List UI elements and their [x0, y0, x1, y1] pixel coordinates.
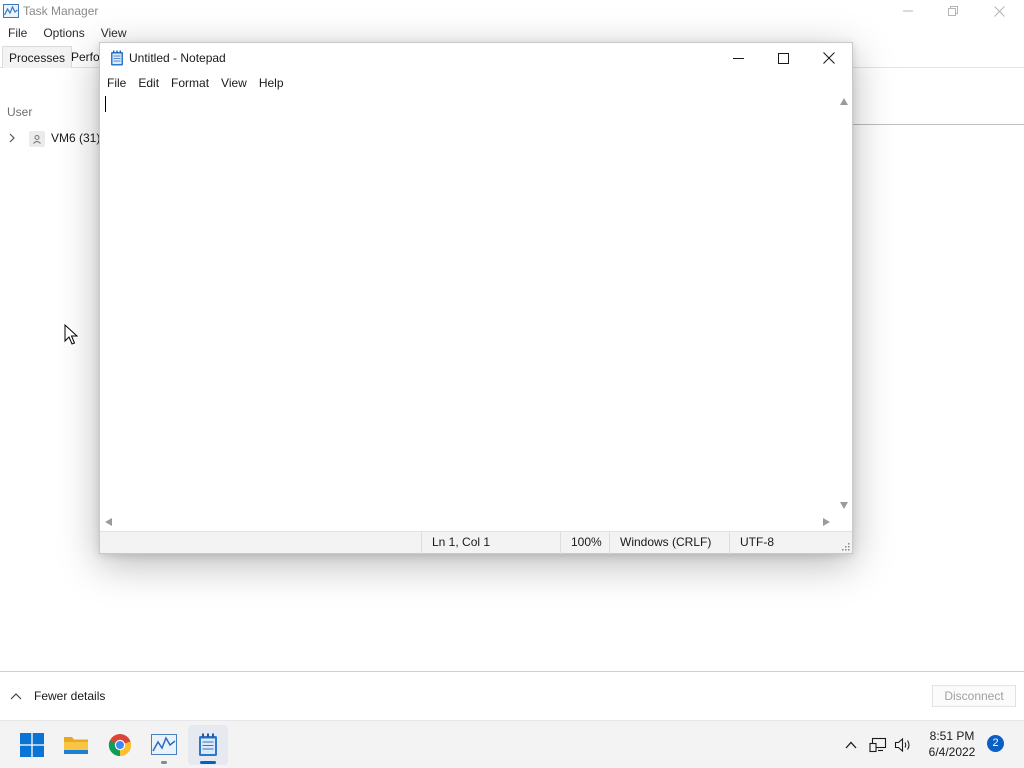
network-icon: [869, 737, 887, 753]
chevron-right-icon[interactable]: [8, 133, 16, 143]
folder-icon: [64, 737, 88, 754]
minimize-button[interactable]: [885, 0, 931, 22]
show-hidden-icons-button[interactable]: [841, 735, 861, 755]
menu-options[interactable]: Options: [35, 24, 92, 42]
taskbar-file-explorer[interactable]: [56, 725, 96, 765]
user-row-label: VM6 (31): [51, 131, 101, 145]
chevron-up-icon: [845, 741, 857, 749]
restore-icon: [948, 6, 958, 16]
menu-format[interactable]: Format: [165, 74, 215, 92]
menu-file[interactable]: File: [0, 24, 35, 42]
notepad-title: Untitled - Notepad: [129, 51, 226, 65]
vertical-scrollbar[interactable]: [836, 93, 852, 513]
network-status-button[interactable]: [868, 735, 888, 755]
scroll-down-icon[interactable]: [840, 502, 848, 509]
horizontal-scrollbar[interactable]: [100, 513, 836, 531]
notification-badge[interactable]: 2: [987, 735, 1004, 752]
status-line-endings: Windows (CRLF): [609, 532, 730, 554]
chevron-up-icon: [10, 693, 22, 700]
taskbar-chrome[interactable]: [100, 725, 140, 765]
status-zoom: 100%: [560, 532, 610, 554]
menu-edit[interactable]: Edit: [132, 74, 165, 92]
taskbar-task-manager[interactable]: [144, 725, 184, 765]
restore-button[interactable]: [930, 0, 976, 22]
scroll-right-icon[interactable]: [823, 518, 830, 526]
volume-button[interactable]: [893, 735, 913, 755]
notepad-minimize-button[interactable]: [715, 43, 761, 73]
task-manager-icon: [151, 734, 177, 755]
system-clock[interactable]: 8:51 PM 6/4/2022: [920, 728, 984, 760]
task-manager-menubar: File Options View: [0, 24, 135, 42]
disconnect-button[interactable]: Disconnect: [932, 685, 1016, 707]
task-manager-title: Task Manager: [23, 4, 99, 18]
close-button[interactable]: [976, 0, 1022, 22]
clock-date: 6/4/2022: [928, 745, 976, 759]
fewer-details-label: Fewer details: [34, 689, 106, 703]
menu-view[interactable]: View: [93, 24, 135, 42]
resize-grip-icon[interactable]: [841, 542, 851, 552]
status-bar: Ln 1, Col 1 100% Windows (CRLF) UTF-8: [100, 531, 852, 554]
notepad-close-button[interactable]: [806, 43, 852, 73]
status-encoding: UTF-8: [729, 532, 839, 554]
scroll-left-icon[interactable]: [105, 518, 112, 526]
notepad-menubar: File Edit Format View Help: [100, 74, 290, 92]
taskbar: [0, 720, 1024, 768]
header-divider: [852, 124, 1024, 125]
tab-processes[interactable]: Processes: [2, 46, 73, 68]
active-indicator: [200, 761, 216, 764]
status-cursor-position: Ln 1, Col 1: [421, 532, 561, 554]
clock-time: 8:51 PM: [929, 729, 975, 743]
notepad-maximize-button[interactable]: [760, 43, 806, 73]
notepad-titlebar[interactable]: Untitled - Notepad: [100, 43, 852, 73]
column-header-user[interactable]: User: [7, 105, 32, 119]
taskbar-notepad[interactable]: [188, 725, 228, 765]
notepad-window: Untitled - Notepad File Edit Format View…: [99, 42, 853, 554]
user-icon: [29, 131, 45, 147]
table-row[interactable]: VM6 (31): [0, 128, 100, 150]
mouse-cursor-icon: [64, 324, 78, 345]
notepad-icon: [111, 50, 123, 66]
close-icon: [993, 5, 1005, 17]
windows-start-icon: [20, 733, 44, 757]
speaker-icon: [894, 737, 910, 753]
task-manager-icon: [3, 4, 19, 18]
notepad-icon: [199, 733, 217, 756]
scrollbar-corner: [836, 513, 852, 531]
fewer-details-toggle[interactable]: Fewer details: [10, 688, 105, 704]
menu-view[interactable]: View: [215, 74, 253, 92]
running-indicator: [161, 761, 167, 764]
text-caret: [105, 96, 106, 112]
maximize-icon: [777, 52, 789, 64]
minimize-icon: [903, 10, 913, 12]
close-icon: [823, 52, 835, 64]
menu-file[interactable]: File: [100, 74, 132, 92]
menu-help[interactable]: Help: [253, 74, 290, 92]
task-manager-titlebar[interactable]: Task Manager: [0, 0, 1024, 22]
chrome-icon: [108, 734, 132, 757]
start-button[interactable]: [12, 725, 52, 765]
scroll-up-icon[interactable]: [840, 98, 848, 105]
text-editor-area[interactable]: [100, 93, 836, 513]
footer-divider: [0, 671, 1024, 672]
minimize-icon: [732, 57, 744, 59]
